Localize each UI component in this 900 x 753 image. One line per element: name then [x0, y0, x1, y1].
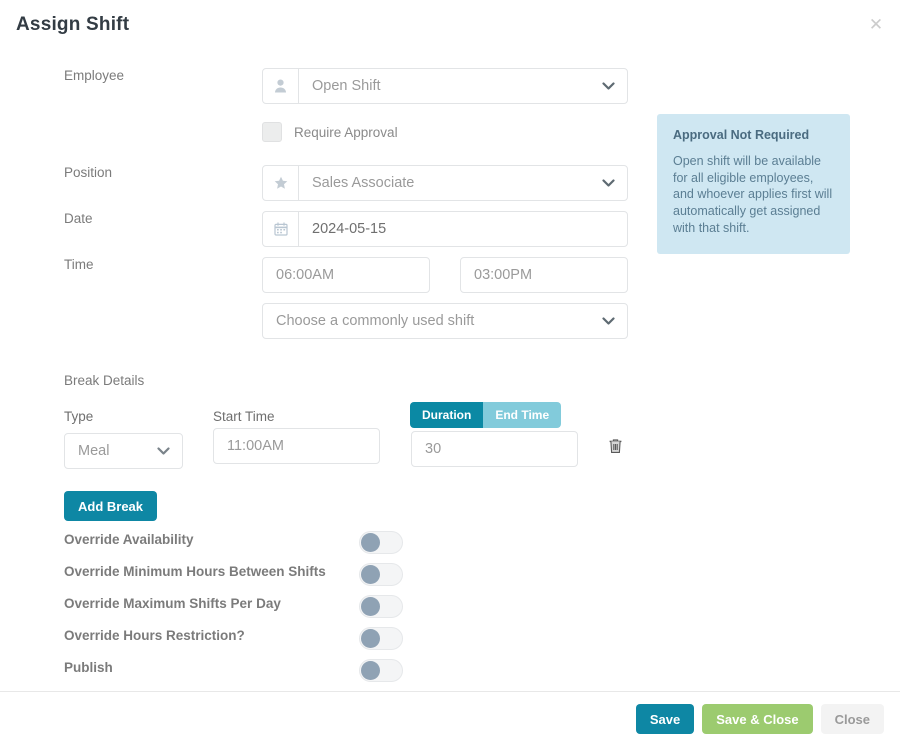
toggle-override-min-hours[interactable] [359, 563, 403, 586]
modal-header: Assign Shift ✕ [0, 0, 900, 50]
toggle-label-override-hours-restriction: Override Hours Restriction? [64, 628, 245, 643]
employee-select[interactable]: Open Shift [262, 68, 628, 104]
common-shift-placeholder: Choose a commonly used shift [276, 313, 475, 329]
time-start-input[interactable]: 06:00AM [262, 257, 430, 293]
close-icon[interactable]: ✕ [865, 14, 887, 36]
footer-button-group: Save Save & Close Close [635, 704, 884, 734]
break-start-time-column-header: Start Time [213, 409, 275, 424]
info-panel-text: Open shift will be available for all eli… [673, 154, 833, 235]
modal-footer: Save Save & Close Close [0, 691, 900, 753]
toggle-knob [361, 565, 380, 584]
close-button[interactable]: Close [820, 704, 884, 734]
require-approval-row[interactable]: Require Approval [262, 122, 398, 142]
save-button[interactable]: Save [635, 704, 695, 734]
chevron-down-icon [602, 80, 615, 93]
break-type-column-header: Type [64, 409, 94, 424]
toggle-knob [361, 629, 380, 648]
assign-shift-modal: Assign Shift ✕ Employee Open Shift Requi… [0, 0, 900, 753]
break-start-time-input[interactable]: 11:00AM [213, 428, 380, 464]
info-panel-title: Approval Not Required [673, 128, 810, 142]
break-details-title: Break Details [64, 373, 145, 388]
break-duration-input[interactable]: 30 [411, 431, 578, 467]
calendar-icon [263, 212, 299, 246]
trash-icon[interactable] [604, 435, 626, 457]
page-title: Assign Shift [16, 14, 130, 35]
time-label: Time [64, 257, 94, 272]
toggle-override-hours-restriction[interactable] [359, 627, 403, 650]
time-end-input[interactable]: 03:00PM [460, 257, 628, 293]
toggle-knob [361, 661, 380, 680]
toggle-knob [361, 533, 380, 552]
require-approval-checkbox[interactable] [262, 122, 282, 142]
toggle-label-override-min-hours: Override Minimum Hours Between Shifts [64, 564, 326, 579]
common-shift-select[interactable]: Choose a commonly used shift [262, 303, 628, 339]
toggle-label-override-availability: Override Availability [64, 532, 194, 547]
employee-value: Open Shift [312, 78, 381, 94]
chevron-down-icon [602, 315, 615, 328]
require-approval-label: Require Approval [294, 124, 398, 140]
star-icon [263, 166, 299, 200]
toggle-label-override-max-shifts: Override Maximum Shifts Per Day [64, 596, 281, 611]
break-type-select[interactable]: Meal [64, 433, 183, 469]
modal-body: Employee Open Shift Require Approval Pos… [0, 50, 900, 691]
position-value: Sales Associate [312, 175, 415, 191]
toggle-override-availability[interactable] [359, 531, 403, 554]
chevron-down-icon [157, 445, 170, 458]
toggle-publish[interactable] [359, 659, 403, 682]
date-value: 2024-05-15 [312, 221, 387, 237]
time-start-value: 06:00AM [276, 267, 335, 283]
tab-duration[interactable]: Duration [410, 402, 484, 428]
time-end-value: 03:00PM [474, 267, 533, 283]
add-break-button[interactable]: Add Break [64, 491, 158, 521]
date-input[interactable]: 2024-05-15 [262, 211, 628, 247]
break-type-value: Meal [78, 443, 110, 459]
employee-label: Employee [64, 68, 125, 83]
user-icon [263, 69, 299, 103]
toggle-override-max-shifts[interactable] [359, 595, 403, 618]
break-duration-value: 30 [425, 441, 442, 457]
approval-info-panel: Approval Not Required Open shift will be… [657, 114, 850, 254]
save-and-close-button[interactable]: Save & Close [702, 704, 813, 734]
tab-end-time[interactable]: End Time [483, 402, 562, 428]
chevron-down-icon [602, 177, 615, 190]
duration-endtime-toggle-group[interactable]: Duration End Time [410, 402, 562, 428]
position-label: Position [64, 165, 113, 180]
position-select[interactable]: Sales Associate [262, 165, 628, 201]
break-start-time-value: 11:00AM [227, 438, 284, 454]
toggle-label-publish: Publish [64, 660, 113, 675]
date-label: Date [64, 211, 93, 226]
toggle-knob [361, 597, 380, 616]
